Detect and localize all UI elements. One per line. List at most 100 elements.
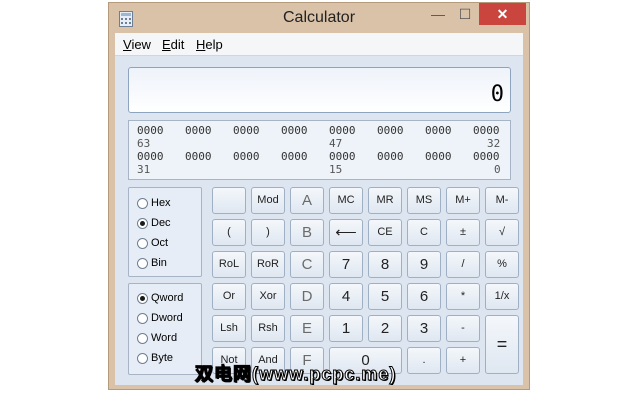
digit-9-key[interactable]: 9 xyxy=(407,251,441,278)
radio-indicator xyxy=(137,332,148,344)
bit-group: 0000 xyxy=(137,150,164,163)
rotate-left-key[interactable]: RoL xyxy=(212,251,246,278)
add-key[interactable]: + xyxy=(446,347,480,374)
bit-group: 0000 xyxy=(329,124,356,137)
radio-label: Dword xyxy=(151,312,183,324)
close-button[interactable]: ✕ xyxy=(479,3,526,25)
menu-help-label: elp xyxy=(205,37,223,52)
rotate-right-key[interactable]: RoR xyxy=(251,251,285,278)
bit-group: 0000 xyxy=(377,124,404,137)
menu-edit[interactable]: Edit xyxy=(162,37,184,52)
decimal-key[interactable]: . xyxy=(407,347,441,374)
digit-1-key[interactable]: 1 xyxy=(329,315,363,342)
digit-6-key[interactable]: 6 xyxy=(407,283,441,310)
bit-index-label: 31 xyxy=(137,163,151,176)
equals-key[interactable]: = xyxy=(485,315,519,374)
memory-recall-key[interactable]: MR xyxy=(368,187,402,214)
radio-label: Qword xyxy=(151,292,184,304)
hex-b-key[interactable]: B xyxy=(290,219,324,246)
reciprocal-key[interactable]: 1/x xyxy=(485,283,519,310)
radio-indicator xyxy=(137,292,148,304)
divide-key[interactable]: / xyxy=(446,251,480,278)
radio-hex[interactable]: Hex xyxy=(137,197,171,209)
bit-group: 0000 xyxy=(233,150,260,163)
result-display: 0 xyxy=(128,67,511,113)
digit-2-key[interactable]: 2 xyxy=(368,315,402,342)
radio-oct[interactable]: Oct xyxy=(137,237,168,249)
radio-indicator xyxy=(137,312,148,324)
bit-index-label: 63 xyxy=(137,137,151,150)
memory-add-key[interactable]: M+ xyxy=(446,187,480,214)
watermark-text: 双电网(www.pcpc.me) xyxy=(194,364,397,385)
backspace-key[interactable]: ⟵ xyxy=(329,219,363,246)
radio-dword[interactable]: Dword xyxy=(137,312,183,324)
bit-group: 0000 xyxy=(329,150,356,163)
subtract-key[interactable]: - xyxy=(446,315,480,342)
bit-group: 0000 xyxy=(281,150,308,163)
radio-label: Dec xyxy=(151,217,171,229)
clear-entry-key[interactable]: CE xyxy=(368,219,402,246)
radio-label: Byte xyxy=(151,352,174,364)
digit-8-key[interactable]: 8 xyxy=(368,251,402,278)
radio-indicator xyxy=(137,352,148,364)
right-shift-key[interactable]: Rsh xyxy=(251,315,285,342)
radio-byte[interactable]: Byte xyxy=(137,352,173,364)
bit-index-label: 47 xyxy=(329,137,343,150)
radio-label: Hex xyxy=(151,197,171,209)
calculator-client-area: View Edit Help 0 0000 0000 0000 0000 000… xyxy=(115,33,523,385)
hex-a-key[interactable]: A xyxy=(290,187,324,214)
digit-4-key[interactable]: 4 xyxy=(329,283,363,310)
memory-subtract-key[interactable]: M- xyxy=(485,187,519,214)
menu-view[interactable]: View xyxy=(123,37,151,52)
xor-key[interactable]: Xor xyxy=(251,283,285,310)
memory-store-key[interactable]: MS xyxy=(407,187,441,214)
menu-view-label: iew xyxy=(131,37,151,52)
radio-indicator xyxy=(137,237,148,249)
left-paren-key[interactable]: ( xyxy=(212,219,246,246)
radio-qword[interactable]: Qword xyxy=(137,292,183,304)
bit-index-label: 15 xyxy=(329,163,343,176)
radio-indicator xyxy=(137,217,148,229)
hex-c-key[interactable]: C xyxy=(290,251,324,278)
radio-indicator xyxy=(137,257,148,269)
bit-group: 0000 xyxy=(281,124,308,137)
right-paren-key[interactable]: ) xyxy=(251,219,285,246)
calculator-window: Calculator — ☐ ✕ View Edit Help 0 0000 0… xyxy=(108,2,530,390)
bit-group: 0000 xyxy=(233,124,260,137)
digit-3-key[interactable]: 3 xyxy=(407,315,441,342)
percent-key[interactable]: % xyxy=(485,251,519,278)
hex-d-key[interactable]: D xyxy=(290,283,324,310)
digit-5-key[interactable]: 5 xyxy=(368,283,402,310)
bit-display-panel: 0000 0000 0000 0000 0000 0000 0000 0000 … xyxy=(128,120,511,180)
bit-group: 0000 xyxy=(137,124,164,137)
menu-help[interactable]: Help xyxy=(196,37,223,52)
memory-clear-key[interactable]: MC xyxy=(329,187,363,214)
radio-dec[interactable]: Dec xyxy=(137,217,171,229)
mod-key[interactable]: Mod xyxy=(251,187,285,214)
title-bar[interactable]: Calculator — ☐ ✕ xyxy=(109,3,529,33)
display-value: 0 xyxy=(490,82,504,107)
menu-help-accel: H xyxy=(196,37,206,52)
multiply-key[interactable]: * xyxy=(446,283,480,310)
bit-group: 0000 xyxy=(425,150,452,163)
maximize-button[interactable]: ☐ xyxy=(454,3,476,25)
minimize-button[interactable]: — xyxy=(427,3,449,25)
or-key[interactable]: Or xyxy=(212,283,246,310)
radio-word[interactable]: Word xyxy=(137,332,177,344)
left-shift-key[interactable]: Lsh xyxy=(212,315,246,342)
bit-group: 0000 xyxy=(185,150,212,163)
bit-group: 0000 xyxy=(473,150,500,163)
digit-7-key[interactable]: 7 xyxy=(329,251,363,278)
menu-edit-label: dit xyxy=(170,37,185,52)
radio-label: Bin xyxy=(151,257,167,269)
hex-e-key[interactable]: E xyxy=(290,315,324,342)
radio-label: Word xyxy=(151,332,178,344)
menu-edit-accel: E xyxy=(162,37,171,52)
radio-bin[interactable]: Bin xyxy=(137,257,167,269)
blank-key[interactable] xyxy=(212,187,246,214)
clear-key[interactable]: C xyxy=(407,219,441,246)
bit-index-label: 32 xyxy=(487,137,501,150)
square-root-key[interactable]: √ xyxy=(485,219,519,246)
bit-group: 0000 xyxy=(473,124,500,137)
plus-minus-key[interactable]: ± xyxy=(446,219,480,246)
